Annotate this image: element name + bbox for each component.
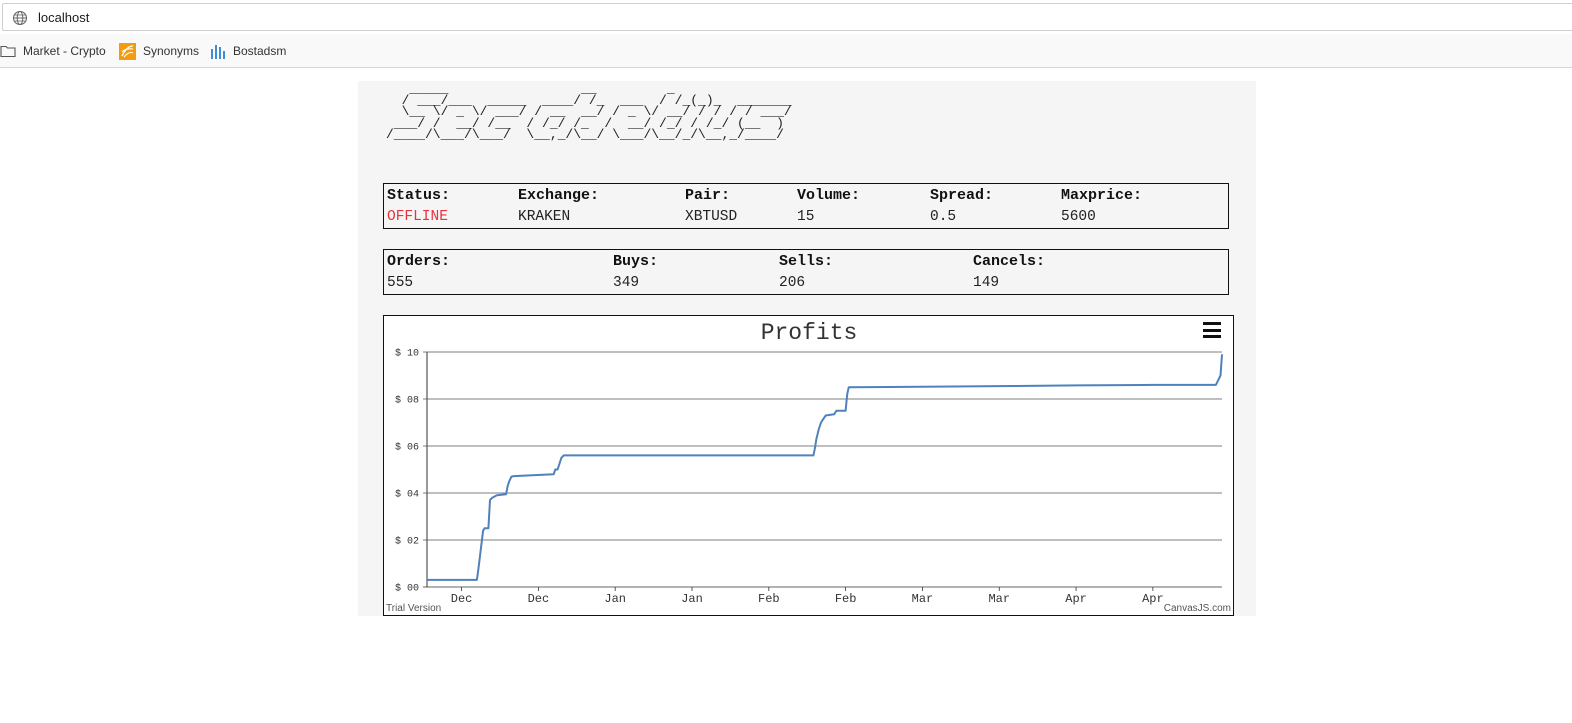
profits-chart: Profits $ 00 $ 02 $ 04 $ 06 $ 08 $ 10 Dec Dec J… [383,315,1234,616]
bookmark-label: Market - Crypto [23,44,106,58]
sells-value: 206 [779,275,806,291]
chart-menu-icon[interactable] [1203,322,1221,338]
spread-label: Spread: [930,187,994,204]
y-tick-label: $ 04 [395,489,419,501]
cancels-value: 149 [973,275,1000,291]
maxprice-value: 5600 [1061,209,1096,225]
x-tick-label: Jan [681,592,703,606]
orders-value: 555 [387,275,414,291]
x-tick-label: Jan [604,592,626,606]
x-tick-label: Apr [1142,592,1164,606]
exchange-column: Exchange: KRAKEN [518,186,599,228]
chart-title: Profits [761,320,858,346]
maxprice-column: Maxprice: 5600 [1061,186,1142,228]
orders-box: Orders: 555 Buys: 349 Sells: 206 Cancels… [383,249,1229,295]
status-column: Status: OFFLINE [387,186,450,228]
bookmark-label: Bostadsm [233,44,287,58]
cancels-column: Cancels: 149 [973,252,1045,294]
x-tick-label: Dec [451,592,473,606]
x-tick-label: Feb [835,592,857,606]
profits-chart-svg: Profits $ 00 $ 02 $ 04 $ 06 $ 08 $ 10 Dec Dec J… [395,320,1223,606]
bookmark-market-crypto[interactable]: Market - Crypto [0,42,106,60]
address-bar: localhost [0,0,1572,35]
volume-column: Volume: 15 [797,186,860,228]
y-tick-label: $ 08 [395,395,419,407]
synonyms-logo-icon [119,42,136,60]
y-tick-label: $ 02 [395,536,419,548]
globe-icon [12,10,28,26]
pair-label: Pair: [685,187,731,204]
trial-version-label: Trial Version [386,603,442,614]
bar-chart-icon [211,45,225,59]
volume-value: 15 [797,209,815,225]
url-field[interactable]: localhost [2,3,1572,31]
exchange-value: KRAKEN [518,209,571,225]
buys-value: 349 [613,275,640,291]
bookmark-bostadsm[interactable]: Bostadsm [210,42,286,60]
canvasjs-credit-link[interactable]: CanvasJS.com [1164,603,1231,614]
url-text: localhost [38,10,90,25]
exchange-label: Exchange: [518,187,600,204]
cancels-label: Cancels: [973,253,1046,270]
status-box: Status: OFFLINE Exchange: KRAKEN Pair: X… [383,183,1229,229]
sells-column: Sells: 206 [779,252,833,294]
profits-series-line [427,354,1223,581]
maxprice-label: Maxprice: [1061,187,1143,204]
y-tick-label: $ 10 [395,348,419,360]
dashboard-panel: _____ __ _ / ___/___ _____ ____/ /_ ___ … [358,81,1256,616]
buys-column: Buys: 349 [613,252,658,294]
x-tick-label: Feb [758,592,780,606]
orders-column: Orders: 555 [387,252,450,294]
y-tick-label: $ 06 [395,442,419,454]
folder-icon [0,45,16,58]
pair-column: Pair: XBTUSD [685,186,737,228]
x-tick-label: Apr [1065,592,1087,606]
sells-label: Sells: [779,253,834,270]
spread-column: Spread: 0.5 [930,186,993,228]
orders-label: Orders: [387,253,451,270]
ascii-logo: _____ __ _ / ___/___ _____ ____/ /_ ___ … [386,81,792,142]
x-tick-label: Dec [528,592,550,606]
pair-value: XBTUSD [685,209,738,225]
bookmark-label: Synonyms [143,44,200,58]
status-label: Status: [387,187,451,204]
x-tick-label: Mar [988,592,1010,606]
volume-label: Volume: [797,187,861,204]
bookmarks-bar: Market - Crypto Synonyms Bostadsm [0,34,1572,68]
buys-label: Buys: [613,253,659,270]
y-tick-label: $ 00 [395,583,419,595]
spread-value: 0.5 [930,209,957,225]
status-value: OFFLINE [387,209,448,225]
bookmark-synonyms[interactable]: Synonyms [119,42,199,60]
x-tick-label: Mar [912,592,934,606]
